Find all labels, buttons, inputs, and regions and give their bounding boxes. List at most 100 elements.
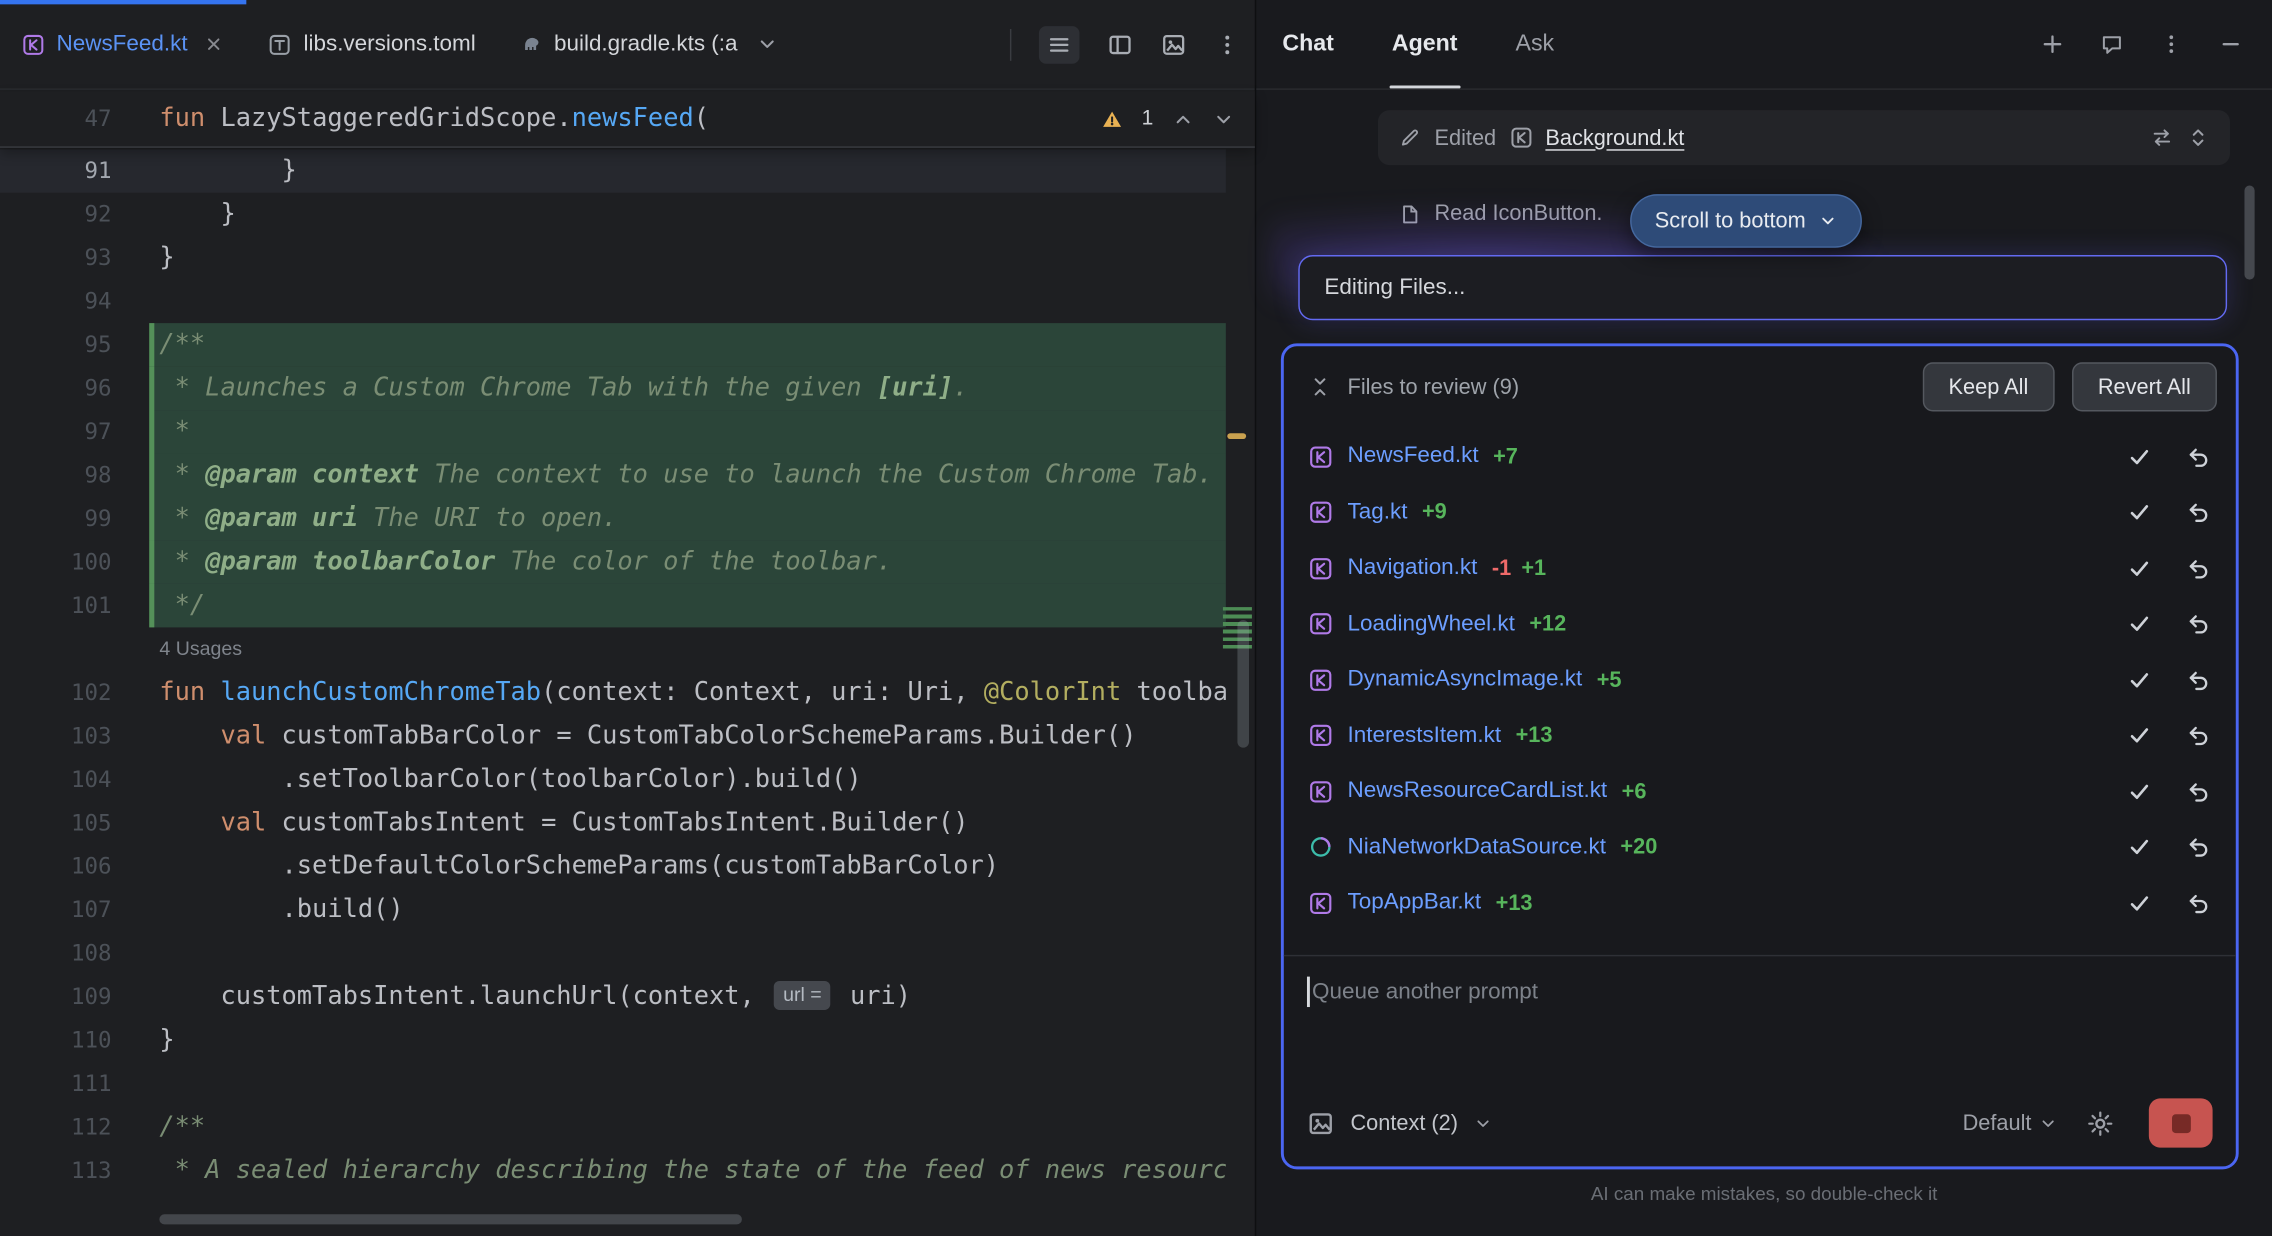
next-problem-icon[interactable]: [1213, 108, 1235, 130]
editor-vertical-scrollbar[interactable]: [1237, 620, 1249, 748]
code-line[interactable]: 103 val customTabBarColor = CustomTabCol…: [0, 714, 1226, 757]
code-line[interactable]: 102fun launchCustomChromeTab(context: Co…: [0, 671, 1226, 714]
file-review-row[interactable]: Tag.kt+9: [1284, 485, 2236, 541]
keep-all-button[interactable]: Keep All: [1922, 362, 2054, 411]
scroll-to-bottom-button[interactable]: Scroll to bottom: [1630, 194, 1862, 248]
line-number[interactable]: 105: [0, 801, 149, 844]
code-line[interactable]: 96 * Launches a Custom Chrome Tab with t…: [0, 367, 1226, 410]
chat-tab-chat[interactable]: Chat: [1279, 0, 1336, 88]
code-line[interactable]: 98 * @param context The context to use t…: [0, 454, 1226, 497]
file-link[interactable]: NiaNetworkDataSource.kt: [1348, 834, 1606, 860]
edited-file-row[interactable]: Edited Background.kt: [1378, 110, 2230, 165]
editor-horizontal-scrollbar[interactable]: [159, 1214, 741, 1224]
revert-file-icon[interactable]: [2187, 556, 2212, 581]
revert-file-icon[interactable]: [2187, 500, 2212, 525]
line-number[interactable]: 95: [0, 323, 149, 366]
revert-file-icon[interactable]: [2187, 723, 2212, 748]
open-diff-icon[interactable]: [2150, 126, 2173, 149]
chevron-down-icon[interactable]: [756, 33, 778, 55]
usages-inlay-hint[interactable]: 4 Usages: [0, 627, 1226, 670]
accept-file-icon[interactable]: [2127, 723, 2152, 748]
code-line[interactable]: 104 .setToolbarColor(toolbarColor).build…: [0, 758, 1226, 801]
chat-tab-agent[interactable]: Agent: [1389, 0, 1460, 88]
file-review-row[interactable]: LoadingWheel.kt+12: [1284, 596, 2236, 652]
code-line[interactable]: 107 .build(): [0, 888, 1226, 931]
revert-file-icon[interactable]: [2187, 891, 2212, 916]
code-line[interactable]: 93}: [0, 236, 1226, 279]
revert-all-button[interactable]: Revert All: [2072, 362, 2217, 411]
line-number[interactable]: 110: [0, 1019, 149, 1062]
accept-file-icon[interactable]: [2127, 835, 2152, 860]
code-line[interactable]: 95/**: [0, 323, 1226, 366]
accept-file-icon[interactable]: [2127, 668, 2152, 693]
code-editor[interactable]: 91 }92 }93}9495/**96 * Launches a Custom…: [0, 149, 1255, 1236]
context-selector[interactable]: Context (2): [1350, 1111, 1458, 1136]
line-number[interactable]: 91: [0, 149, 149, 192]
revert-file-icon[interactable]: [2187, 612, 2212, 637]
accept-file-icon[interactable]: [2127, 779, 2152, 804]
code-line[interactable]: 97 *: [0, 410, 1226, 453]
edited-file-link[interactable]: Background.kt: [1545, 125, 1684, 150]
sticky-line-47[interactable]: 47 fun LazyStaggeredGridScope.newsFeed( …: [0, 91, 1255, 148]
line-number[interactable]: 102: [0, 671, 149, 714]
code-line[interactable]: 101 */: [0, 584, 1226, 627]
code-line[interactable]: 112/**: [0, 1106, 1226, 1149]
file-link[interactable]: NewsFeed.kt: [1348, 444, 1479, 470]
code-line[interactable]: 99 * @param uri The URI to open.: [0, 497, 1226, 540]
code-line[interactable]: 110}: [0, 1019, 1226, 1062]
editor-tab[interactable]: build.gradle.kts (:a: [497, 0, 799, 88]
chat-scrollbar[interactable]: [2244, 185, 2254, 279]
code-line[interactable]: 105 val customTabsIntent = CustomTabsInt…: [0, 801, 1226, 844]
file-review-row[interactable]: TopAppBar.kt+13: [1284, 875, 2236, 931]
line-number[interactable]: 103: [0, 714, 149, 757]
expand-icon[interactable]: [2187, 126, 2210, 149]
revert-file-icon[interactable]: [2187, 835, 2212, 860]
line-number[interactable]: 92: [0, 193, 149, 236]
code-line[interactable]: 92 }: [0, 193, 1226, 236]
line-number[interactable]: 93: [0, 236, 149, 279]
file-review-row[interactable]: NewsResourceCardList.kt+6: [1284, 764, 2236, 820]
more-options-icon[interactable]: [1214, 32, 1240, 58]
line-number[interactable]: 100: [0, 540, 149, 583]
line-number[interactable]: 112: [0, 1106, 149, 1149]
new-chat-icon[interactable]: [2040, 32, 2065, 57]
code-line[interactable]: 91 }: [0, 149, 1226, 192]
file-review-row[interactable]: InterestsItem.kt+13: [1284, 708, 2236, 764]
read-file-row[interactable]: Read IconButton.: [1398, 201, 1602, 226]
line-number[interactable]: 109: [0, 975, 149, 1018]
file-link[interactable]: LoadingWheel.kt: [1348, 611, 1515, 637]
code-line[interactable]: 100 * @param toolbarColor The color of t…: [0, 540, 1226, 583]
file-review-row[interactable]: NewsFeed.kt+7: [1284, 429, 2236, 485]
file-link[interactable]: NewsResourceCardList.kt: [1348, 778, 1608, 804]
split-editor-icon[interactable]: [1107, 32, 1133, 58]
line-number[interactable]: 108: [0, 932, 149, 975]
close-icon[interactable]: [204, 33, 226, 55]
accept-file-icon[interactable]: [2127, 500, 2152, 525]
revert-file-icon[interactable]: [2187, 779, 2212, 804]
accept-file-icon[interactable]: [2127, 556, 2152, 581]
stop-button[interactable]: [2149, 1098, 2213, 1147]
chevron-down-icon[interactable]: [1474, 1114, 1493, 1133]
file-link[interactable]: DynamicAsyncImage.kt: [1348, 667, 1583, 693]
line-number[interactable]: 106: [0, 845, 149, 888]
line-number[interactable]: 113: [0, 1149, 149, 1192]
file-link[interactable]: Tag.kt: [1348, 500, 1408, 526]
conversation-history-icon[interactable]: [2100, 32, 2125, 57]
line-number[interactable]: 107: [0, 888, 149, 931]
code-line[interactable]: 106 .setDefaultColorSchemeParams(customT…: [0, 845, 1226, 888]
collapse-icon[interactable]: [1308, 375, 1331, 398]
code-line[interactable]: 108: [0, 932, 1226, 975]
code-line[interactable]: 94: [0, 280, 1226, 323]
code-line[interactable]: 111: [0, 1062, 1226, 1105]
file-review-row[interactable]: Navigation.kt-1+1: [1284, 540, 2236, 596]
code-line[interactable]: 113 * A sealed hierarchy describing the …: [0, 1149, 1226, 1192]
line-number[interactable]: 96: [0, 367, 149, 410]
more-options-icon[interactable]: [2159, 32, 2184, 57]
line-number[interactable]: 97: [0, 410, 149, 453]
hide-panel-icon[interactable]: [2218, 32, 2243, 57]
line-number[interactable]: 99: [0, 497, 149, 540]
code-line[interactable]: 109 customTabsIntent.launchUrl(context, …: [0, 975, 1226, 1018]
settings-gear-icon[interactable]: [2087, 1109, 2115, 1137]
image-preview-icon[interactable]: [1161, 32, 1187, 58]
line-number[interactable]: 111: [0, 1062, 149, 1105]
